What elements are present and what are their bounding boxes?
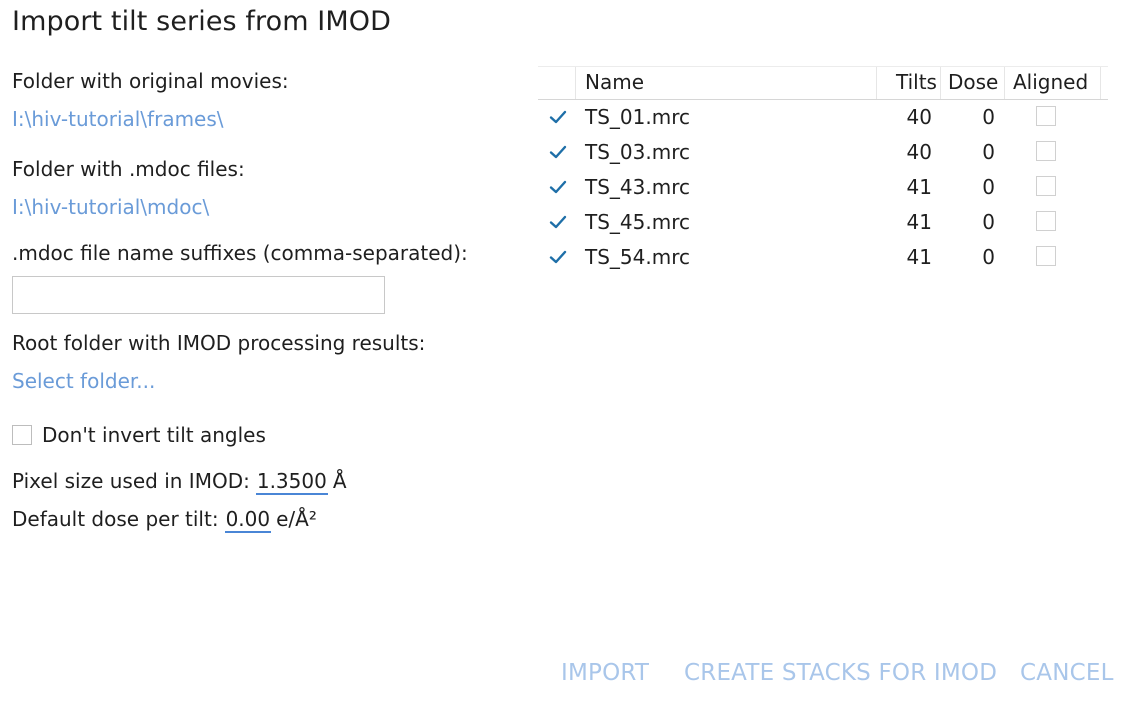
invert-tilt-label: Don't invert tilt angles — [42, 423, 266, 447]
row-name: TS_45.mrc — [585, 210, 690, 234]
table-row[interactable]: TS_03.mrc 40 0 — [538, 135, 1108, 170]
mdoc-folder-label: Folder with .mdoc files: — [12, 157, 245, 181]
row-checkbox-checked[interactable] — [548, 247, 568, 267]
column-separator[interactable] — [876, 67, 877, 99]
row-dose: 0 — [982, 245, 995, 269]
row-checkbox-checked[interactable] — [548, 142, 568, 162]
column-separator[interactable] — [1100, 67, 1101, 99]
row-aligned-checkbox[interactable] — [1036, 106, 1056, 126]
row-name: TS_54.mrc — [585, 245, 690, 269]
dose-row: Default dose per tilt: 0.00 e/Å² — [12, 507, 317, 533]
column-separator[interactable] — [1004, 67, 1005, 99]
imod-root-select-link[interactable]: Select folder... — [12, 369, 155, 393]
column-separator[interactable] — [940, 67, 941, 99]
row-aligned-checkbox[interactable] — [1036, 246, 1056, 266]
column-header-tilts[interactable]: Tilts — [896, 70, 937, 94]
row-tilts: 41 — [906, 175, 932, 199]
row-name: TS_01.mrc — [585, 105, 690, 129]
dose-input[interactable]: 0.00 — [224, 507, 272, 533]
pixel-size-unit: Å — [332, 469, 347, 493]
dialog-title: Import tilt series from IMOD — [12, 6, 392, 37]
row-checkbox-checked[interactable] — [548, 177, 568, 197]
table-row[interactable]: TS_43.mrc 41 0 — [538, 170, 1108, 205]
invert-tilt-checkbox[interactable] — [12, 425, 32, 445]
mdoc-folder-link[interactable]: I:\hiv-tutorial\mdoc\ — [12, 195, 209, 219]
table-row[interactable]: TS_45.mrc 41 0 — [538, 205, 1108, 240]
column-header-dose[interactable]: Dose — [948, 70, 998, 94]
table-header: Name Tilts Dose Aligned — [538, 66, 1108, 100]
imod-root-label: Root folder with IMOD processing results… — [12, 331, 426, 355]
row-dose: 0 — [982, 105, 995, 129]
column-header-aligned[interactable]: Aligned — [1013, 70, 1088, 94]
column-header-name[interactable]: Name — [585, 70, 644, 94]
import-button[interactable]: IMPORT — [561, 660, 649, 686]
tilt-series-table: Name Tilts Dose Aligned TS_01.mrc 40 0 T… — [538, 66, 1108, 275]
pixel-size-row: Pixel size used in IMOD: 1.3500 Å — [12, 469, 347, 495]
row-tilts: 40 — [906, 140, 932, 164]
row-aligned-checkbox[interactable] — [1036, 141, 1056, 161]
row-name: TS_43.mrc — [585, 175, 690, 199]
movies-folder-label: Folder with original movies: — [12, 69, 289, 93]
row-tilts: 41 — [906, 245, 932, 269]
row-aligned-checkbox[interactable] — [1036, 211, 1056, 231]
row-dose: 0 — [982, 140, 995, 164]
movies-folder-link[interactable]: I:\hiv-tutorial\frames\ — [12, 107, 224, 131]
row-tilts: 41 — [906, 210, 932, 234]
column-separator[interactable] — [575, 67, 576, 99]
pixel-size-label: Pixel size used in IMOD: — [12, 469, 250, 493]
dose-unit: e/Å² — [276, 507, 317, 531]
row-checkbox-checked[interactable] — [548, 107, 568, 127]
create-stacks-button[interactable]: CREATE STACKS FOR IMOD — [684, 660, 997, 686]
suffixes-input[interactable] — [13, 277, 384, 313]
row-name: TS_03.mrc — [585, 140, 690, 164]
row-aligned-checkbox[interactable] — [1036, 176, 1056, 196]
cancel-button[interactable]: CANCEL — [1020, 660, 1114, 686]
table-row[interactable]: TS_01.mrc 40 0 — [538, 100, 1108, 135]
row-dose: 0 — [982, 210, 995, 234]
table-row[interactable]: TS_54.mrc 41 0 — [538, 240, 1108, 275]
dose-label: Default dose per tilt: — [12, 507, 219, 531]
suffixes-label: .mdoc file name suffixes (comma-separate… — [12, 241, 468, 265]
row-checkbox-checked[interactable] — [548, 212, 568, 232]
row-dose: 0 — [982, 175, 995, 199]
invert-tilt-row[interactable]: Don't invert tilt angles — [12, 423, 266, 447]
pixel-size-input[interactable]: 1.3500 — [255, 469, 328, 495]
suffixes-field[interactable] — [12, 276, 385, 314]
row-tilts: 40 — [906, 105, 932, 129]
